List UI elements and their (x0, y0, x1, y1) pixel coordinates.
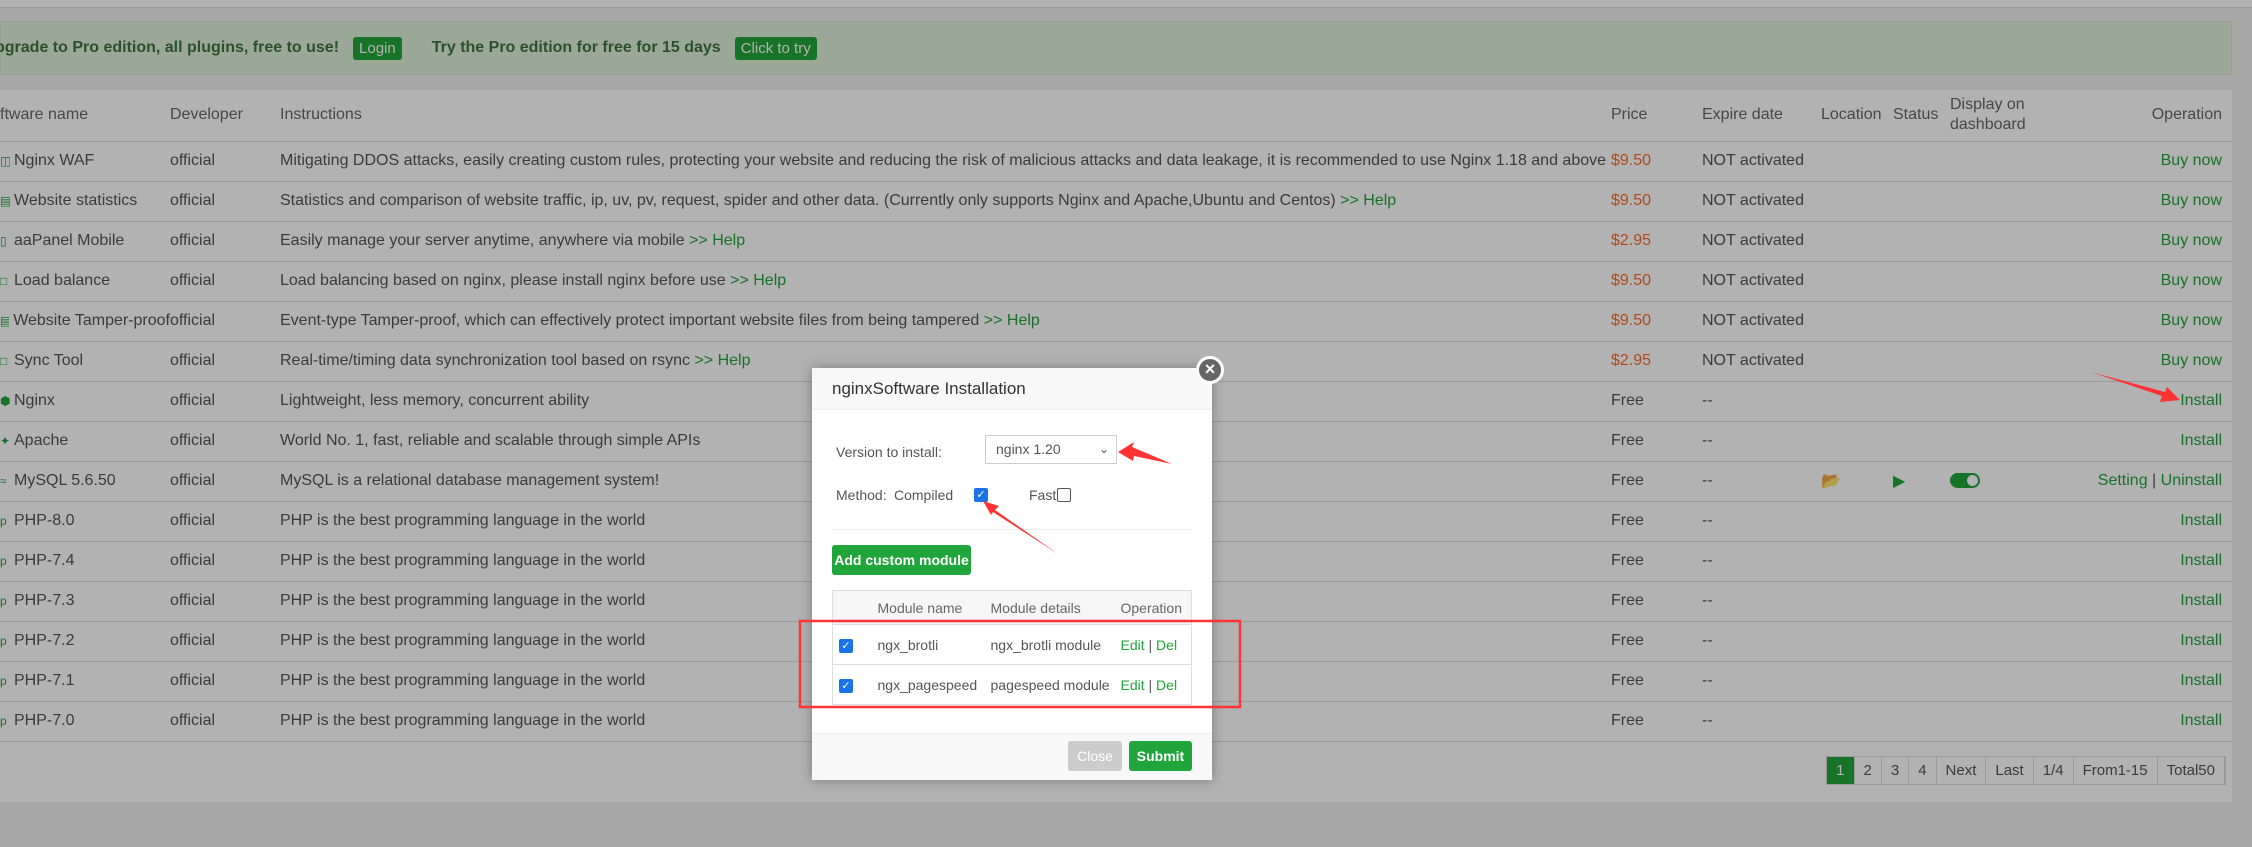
module-details: pagespeed module (990, 664, 1121, 705)
module-row: ✓ ngx_pagespeed pagespeed module Edit | … (832, 664, 1192, 705)
fast-label: Fast (1029, 487, 1057, 503)
close-icon[interactable]: × (1196, 356, 1224, 384)
module-name: ngx_pagespeed (877, 664, 991, 705)
add-custom-module-button[interactable]: Add custom module (832, 545, 971, 575)
module-details: ngx_brotli module (990, 624, 1121, 665)
version-value: nginx 1.20 (996, 441, 1061, 457)
module-name: ngx_brotli (877, 624, 991, 665)
modal-title: nginxSoftware Installation (812, 368, 1212, 410)
fast-checkbox[interactable] (1057, 488, 1071, 502)
module-row: ✓ ngx_brotli ngx_brotli module Edit | De… (832, 624, 1192, 665)
version-label: Version to install: (836, 444, 942, 460)
module-table: Module name Module details Operation ✓ n… (832, 590, 1192, 705)
compiled-checkbox[interactable]: ✓ (974, 488, 988, 502)
module-checkbox[interactable]: ✓ (839, 639, 853, 653)
edit-link[interactable]: Edit (1121, 637, 1145, 653)
module-checkbox[interactable]: ✓ (839, 679, 853, 693)
edit-link[interactable]: Edit (1121, 677, 1145, 693)
submit-button[interactable]: Submit (1129, 741, 1192, 771)
method-label: Method: (836, 487, 887, 503)
modal-footer: Close Submit (812, 733, 1212, 780)
install-modal: nginxSoftware Installation Version to in… (812, 368, 1212, 780)
col-module-name: Module name (877, 590, 991, 625)
col-module-operation: Operation (1120, 590, 1192, 625)
close-button[interactable]: Close (1068, 741, 1122, 771)
col-module-details: Module details (990, 590, 1121, 625)
compiled-label: Compiled (894, 487, 954, 503)
chevron-down-icon: ⌄ (1098, 442, 1109, 456)
divider (832, 529, 1192, 530)
version-select[interactable]: nginx 1.20 ⌄ (985, 435, 1117, 464)
col-select (832, 590, 878, 625)
del-link[interactable]: Del (1156, 637, 1177, 653)
del-link[interactable]: Del (1156, 677, 1177, 693)
